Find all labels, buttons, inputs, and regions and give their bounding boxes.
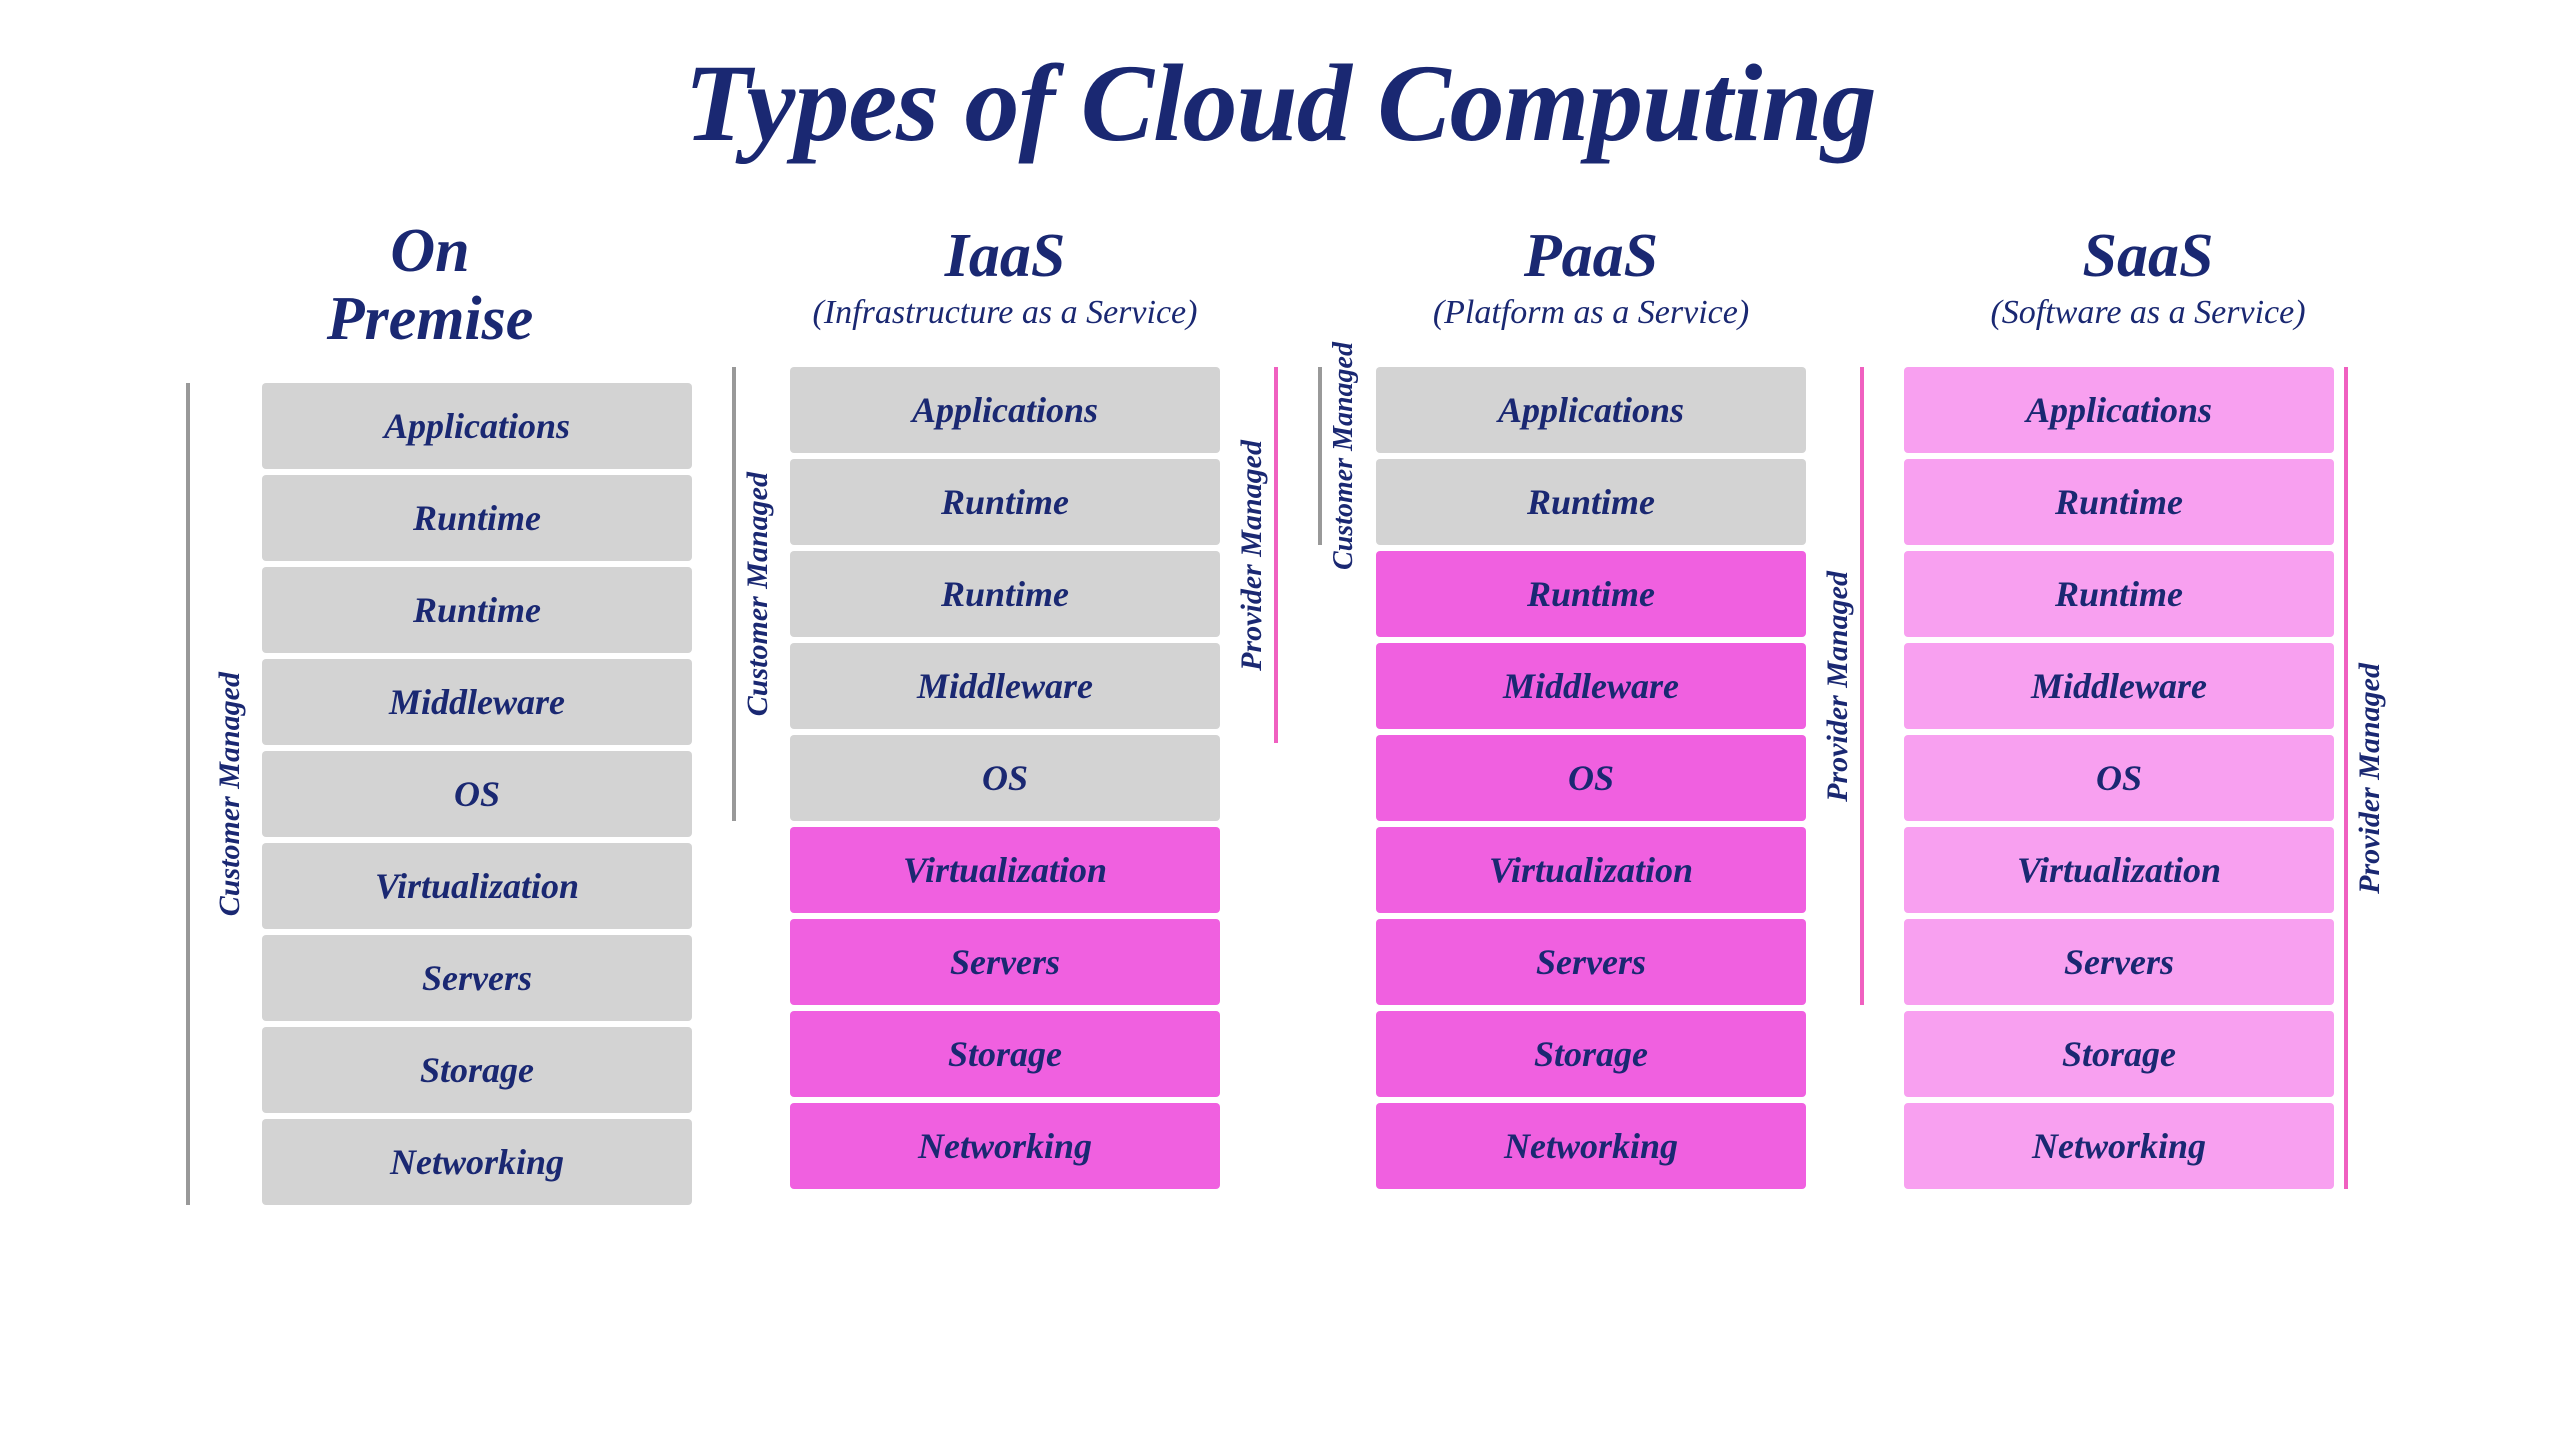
cell-runtime1-saas: Runtime: [1904, 459, 2334, 545]
cell-runtime1-paas: Runtime: [1376, 459, 1806, 545]
label-customer-managed-iaas: Customer Managed: [741, 472, 775, 716]
cell-runtime1-iaas: Runtime: [790, 459, 1220, 545]
cell-os-paas: OS: [1376, 735, 1806, 821]
stack-saas: Applications Runtime Runtime Middleware …: [1904, 367, 2392, 1189]
cell-applications-iaas: Applications: [790, 367, 1220, 453]
cell-os-saas: OS: [1904, 735, 2334, 821]
label-customer-managed-on-premise: Customer Managed: [213, 672, 247, 916]
cell-storage-op: Storage: [262, 1027, 692, 1113]
cell-runtime2-op: Runtime: [262, 567, 692, 653]
col-subtitle-paas: (Platform as a Service): [1433, 294, 1749, 332]
col-title-iaas: IaaS: [945, 222, 1066, 290]
col-subtitle-iaas: (Infrastructure as a Service): [813, 294, 1198, 332]
cell-servers-saas: Servers: [1904, 919, 2334, 1005]
stack-on-premise: Customer Managed Applications Runtime Ru…: [168, 383, 692, 1205]
column-iaas: IaaS (Infrastructure as a Service) Custo…: [732, 217, 1278, 1189]
cell-os-op: OS: [262, 751, 692, 837]
cell-virtualization-iaas: Virtualization: [790, 827, 1220, 913]
column-saas: SaaS (Software as a Service) Application…: [1904, 217, 2392, 1189]
cell-networking-iaas: Networking: [790, 1103, 1220, 1189]
cell-storage-iaas: Storage: [790, 1011, 1220, 1097]
label-provider-managed-iaas: Provider Managed: [1235, 440, 1269, 671]
col-header-on-premise: OnPremise: [327, 217, 534, 353]
col-title-saas: SaaS: [2083, 222, 2214, 290]
diagram-area: OnPremise Customer Managed Applications …: [60, 217, 2500, 1205]
cell-middleware-paas: Middleware: [1376, 643, 1806, 729]
cell-runtime1-op: Runtime: [262, 475, 692, 561]
cell-networking-op: Networking: [262, 1119, 692, 1205]
cell-storage-paas: Storage: [1376, 1011, 1806, 1097]
cell-servers-iaas: Servers: [790, 919, 1220, 1005]
col-title-paas: PaaS: [1524, 222, 1658, 290]
cell-middleware-saas: Middleware: [1904, 643, 2334, 729]
stack-cells-iaas: Applications Runtime Runtime Middleware …: [790, 367, 1220, 1189]
col-title-on-premise: OnPremise: [327, 217, 534, 353]
cell-middleware-iaas: Middleware: [790, 643, 1220, 729]
cell-runtime2-saas: Runtime: [1904, 551, 2334, 637]
label-provider-managed-saas: Provider Managed: [2353, 663, 2387, 894]
cell-networking-paas: Networking: [1376, 1103, 1806, 1189]
stack-cells-saas: Applications Runtime Runtime Middleware …: [1904, 367, 2334, 1189]
stack-cells-on-premise: Applications Runtime Runtime Middleware …: [262, 383, 692, 1205]
cell-applications-saas: Applications: [1904, 367, 2334, 453]
cell-middleware-op: Middleware: [262, 659, 692, 745]
column-on-premise: OnPremise Customer Managed Applications …: [168, 217, 692, 1205]
label-customer-managed-paas: Customer Managed: [1328, 342, 1360, 570]
cell-servers-op: Servers: [262, 935, 692, 1021]
page-title: Types of Cloud Computing: [684, 40, 1875, 167]
label-provider-managed-paas: Provider Managed: [1821, 571, 1855, 802]
cell-runtime2-iaas: Runtime: [790, 551, 1220, 637]
stack-paas: Customer Managed Applications Runtime Ru…: [1318, 367, 1864, 1189]
cell-runtime2-paas: Runtime: [1376, 551, 1806, 637]
col-header-paas: PaaS (Platform as a Service): [1433, 217, 1749, 337]
cell-applications-paas: Applications: [1376, 367, 1806, 453]
cell-servers-paas: Servers: [1376, 919, 1806, 1005]
cell-virtualization-op: Virtualization: [262, 843, 692, 929]
cell-networking-saas: Networking: [1904, 1103, 2334, 1189]
cell-storage-saas: Storage: [1904, 1011, 2334, 1097]
cell-virtualization-paas: Virtualization: [1376, 827, 1806, 913]
col-header-iaas: IaaS (Infrastructure as a Service): [813, 217, 1198, 337]
cell-os-iaas: OS: [790, 735, 1220, 821]
cell-applications-op: Applications: [262, 383, 692, 469]
col-subtitle-saas: (Software as a Service): [1990, 294, 2305, 332]
cell-virtualization-saas: Virtualization: [1904, 827, 2334, 913]
column-paas: PaaS (Platform as a Service) Customer Ma…: [1318, 217, 1864, 1189]
stack-iaas: Customer Managed Applications Runtime Ru…: [732, 367, 1278, 1189]
stack-cells-paas: Applications Runtime Runtime Middleware …: [1376, 367, 1806, 1189]
col-header-saas: SaaS (Software as a Service): [1990, 217, 2305, 337]
